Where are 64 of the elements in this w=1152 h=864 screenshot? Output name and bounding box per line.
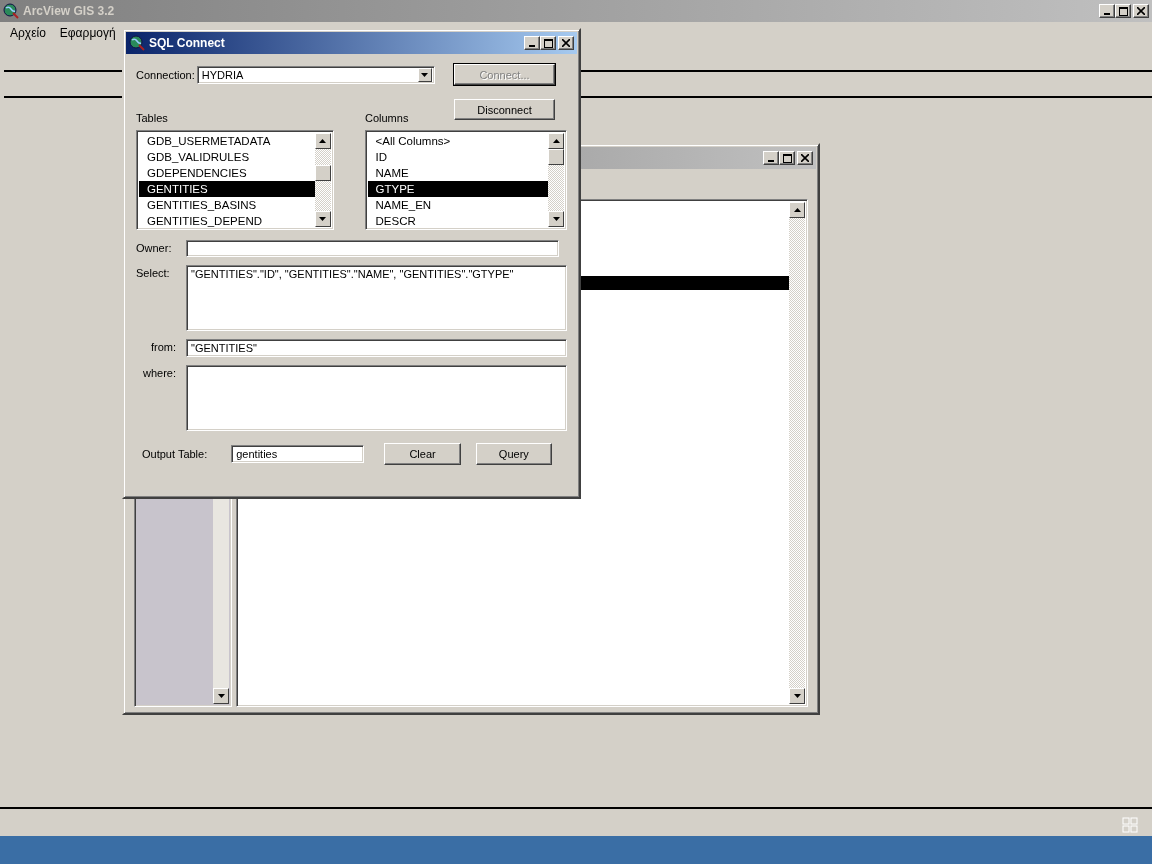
window-title: ArcView GIS 3.2 [23,4,115,18]
tables-label: Tables [136,112,169,124]
dropdown-arrow-icon [421,73,429,77]
scrollbar[interactable] [314,133,331,227]
grip-icon [1122,817,1138,833]
maximize-icon [543,38,553,48]
close-button[interactable] [797,151,813,165]
close-icon [562,39,570,47]
dialog-button[interactable]: Disconnect [454,99,555,120]
list-item[interactable]: <All Columns> [367,133,548,149]
dialog-button[interactable]: Query [475,443,552,465]
list-item[interactable]: NAME [367,165,548,181]
close-button[interactable] [1133,4,1149,18]
up-arrow-icon[interactable] [793,208,801,212]
scroll-thumb[interactable] [314,165,331,181]
scrollbar[interactable] [548,133,564,227]
down-arrow-icon[interactable] [217,694,225,698]
up-arrow-icon[interactable] [319,139,326,143]
minimize-button[interactable] [1099,4,1115,18]
menu-item[interactable]: Εφαρμογή [59,26,116,42]
down-arrow-icon[interactable] [319,217,326,221]
globe-icon [3,3,19,19]
from-field[interactable]: "GENTITIES" [186,339,567,357]
connection-dropdown[interactable]: HYDRIA [196,66,435,84]
list-item[interactable]: GDB_VALIDRULES [139,149,315,165]
where-field[interactable] [186,365,567,431]
columns-label: Columns [365,112,409,124]
select-label: Select: [136,266,171,281]
down-arrow-icon[interactable] [552,217,560,221]
list-item[interactable]: GENTITIES_BASINS [139,197,315,213]
list-item[interactable]: DESCR [367,213,548,227]
list-item[interactable]: NAME_EN [367,197,548,213]
owner-label: Owner: [136,241,173,256]
list-item[interactable]: GENTITIES_DEPEND [139,213,315,227]
close-icon [801,154,809,162]
list-item[interactable]: GDB_USERMETADATA [139,133,315,149]
list-item[interactable]: GTYPE [367,181,548,197]
owner-field[interactable] [186,240,559,257]
list-item[interactable]: GDEPENDENCIES [139,165,315,181]
menu-item[interactable]: Αρχείο [10,26,46,42]
close-icon [1137,7,1145,15]
up-arrow-icon[interactable] [552,139,560,143]
minimize-button[interactable] [763,151,779,165]
maximize-button[interactable] [779,151,795,165]
from-label: from: [149,340,177,355]
list-item[interactable]: GENTITIES [139,181,315,197]
where-label: where: [141,366,177,381]
output-table-field[interactable]: gentities [231,445,365,463]
globe-icon [129,35,145,51]
minimize-button[interactable] [524,36,540,50]
dialog-button[interactable]: Clear [384,443,461,465]
down-arrow-icon[interactable] [793,694,801,698]
select-field[interactable]: "GENTITIES"."ID", "GENTITIES"."NAME", "GENTITIES"."GTYPE" [186,265,567,331]
output-table-label: Output Table: [142,448,208,460]
scrollbar[interactable] [789,202,805,704]
connection-label: Connection: [136,69,195,81]
maximize-icon [782,153,792,163]
maximize-button[interactable] [540,36,556,50]
maximize-button[interactable] [1115,4,1131,18]
list-item[interactable]: ID [367,149,548,165]
window-title: SQL Connect [149,36,225,50]
scroll-thumb[interactable] [548,149,564,165]
close-button[interactable] [558,36,574,50]
maximize-icon [1118,6,1128,16]
